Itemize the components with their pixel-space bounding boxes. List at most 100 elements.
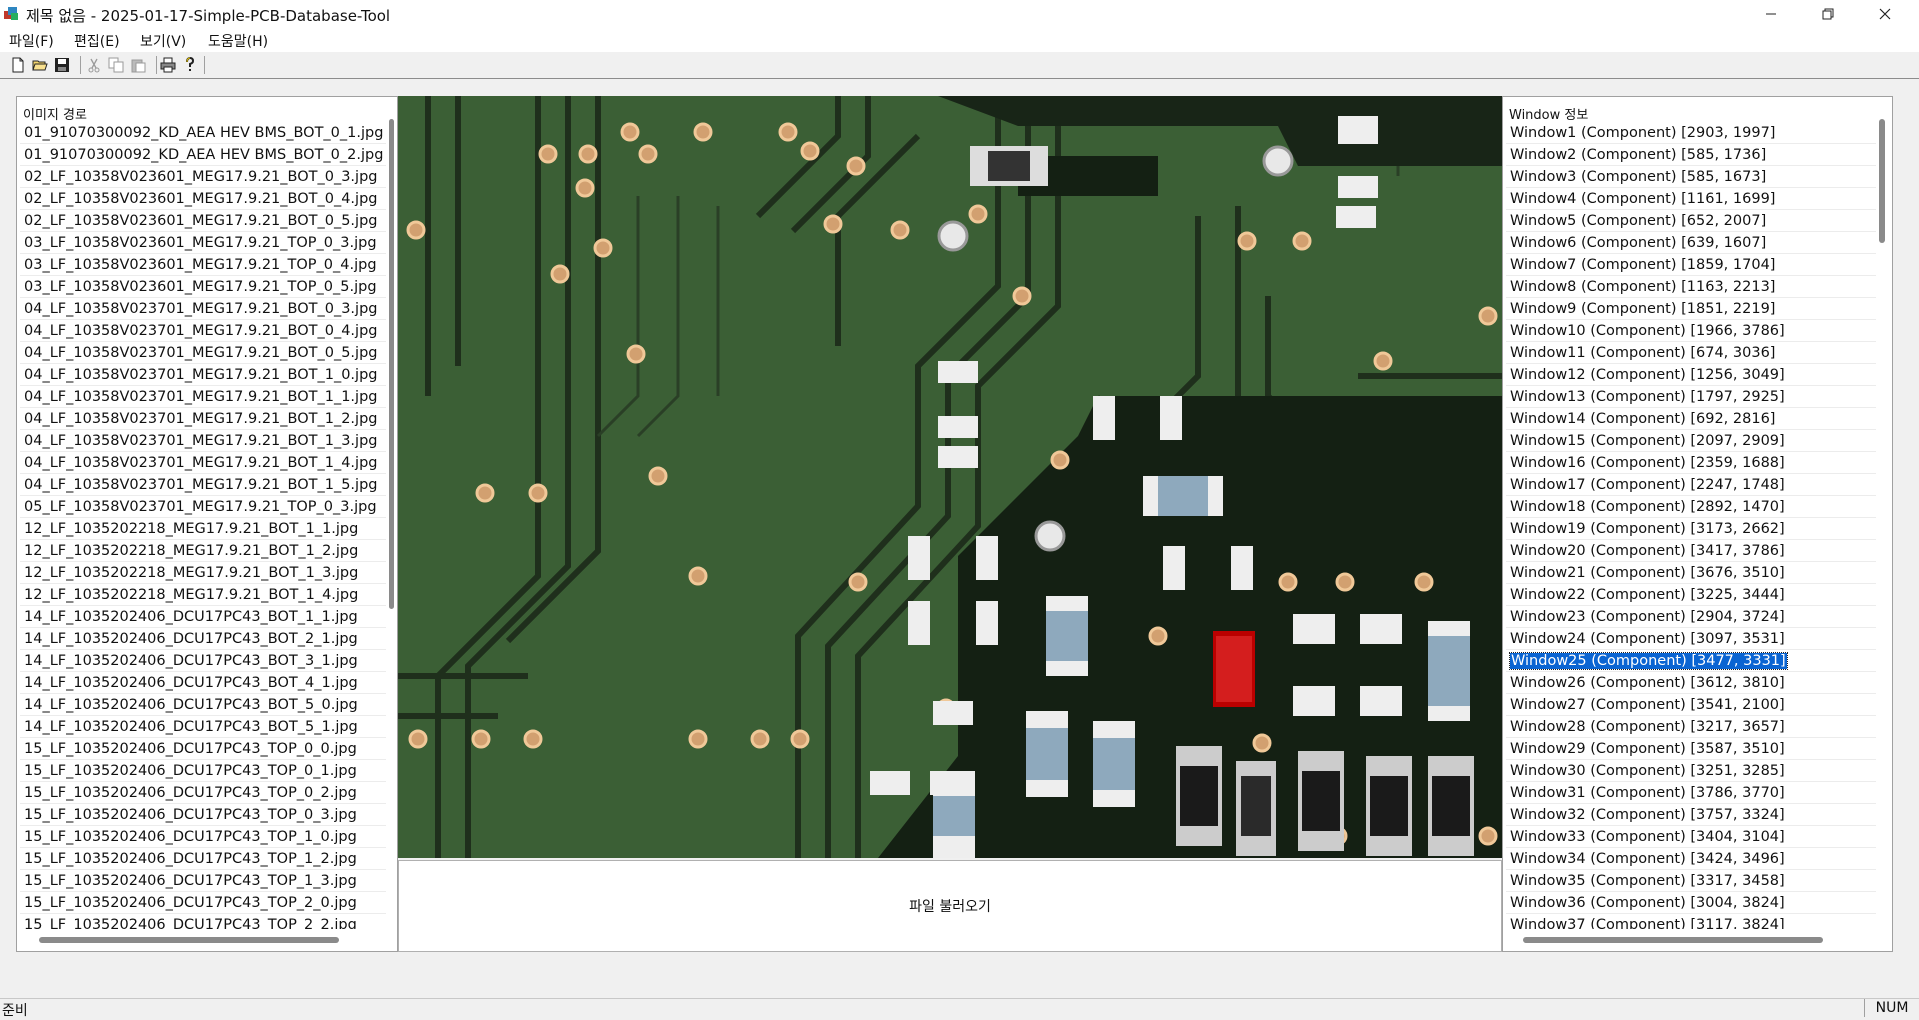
window-list-row[interactable]: Window17 (Component) [2247, 1748] [1506, 474, 1876, 496]
window-list-row[interactable]: Window13 (Component) [1797, 2925] [1506, 386, 1876, 408]
window-list-row[interactable]: Window28 (Component) [3217, 3657] [1506, 716, 1876, 738]
window-list-row[interactable]: Window15 (Component) [2097, 2909] [1506, 430, 1876, 452]
window-list-row[interactable]: Window21 (Component) [3676, 3510] [1506, 562, 1876, 584]
maximize-button[interactable] [1800, 0, 1856, 28]
image-list-row[interactable]: 14_LF_1035202406_DCU17PC43_BOT_5_0.jpg [20, 694, 386, 716]
image-list-row[interactable]: 15_LF_1035202406_DCU17PC43_TOP_1_3.jpg [20, 870, 386, 892]
image-list-row[interactable]: 14_LF_1035202406_DCU17PC43_BOT_3_1.jpg [20, 650, 386, 672]
new-file-icon[interactable] [10, 57, 26, 73]
image-list-row[interactable]: 15_LF_1035202406_DCU17PC43_TOP_0_3.jpg [20, 804, 386, 826]
image-list-row[interactable]: 03_LF_10358V023601_MEG17.9.21_TOP_0_4.jp… [20, 254, 386, 276]
window-list-row[interactable]: Window30 (Component) [3251, 3285] [1506, 760, 1876, 782]
image-list-row[interactable]: 15_LF_1035202406_DCU17PC43_TOP_0_1.jpg [20, 760, 386, 782]
image-list-row[interactable]: 03_LF_10358V023601_MEG17.9.21_TOP_0_3.jp… [20, 232, 386, 254]
image-list-row[interactable]: 01_91070300092_KD_AEA HEV BMS_BOT_0_1.jp… [20, 122, 386, 144]
copy-icon[interactable] [108, 57, 124, 73]
window-list-vscroll-thumb[interactable] [1879, 119, 1885, 243]
print-icon[interactable] [160, 57, 176, 73]
window-list-row[interactable]: Window22 (Component) [3225, 3444] [1506, 584, 1876, 606]
window-list-row[interactable]: Window25 (Component) [3477, 3331] [1506, 650, 1876, 672]
window-list-vscrollbar[interactable] [1877, 119, 1887, 929]
close-button[interactable] [1857, 0, 1913, 28]
save-icon[interactable] [54, 57, 70, 73]
window-list-row[interactable]: Window20 (Component) [3417, 3786] [1506, 540, 1876, 562]
image-list-row[interactable]: 04_LF_10358V023701_MEG17.9.21_BOT_1_4.jp… [20, 452, 386, 474]
window-list-row[interactable]: Window16 (Component) [2359, 1688] [1506, 452, 1876, 474]
image-list-row[interactable]: 05_LF_10358V023701_MEG17.9.21_TOP_0_3.jp… [20, 496, 386, 518]
window-list-row[interactable]: Window27 (Component) [3541, 2100] [1506, 694, 1876, 716]
image-list-row-label: 04_LF_10358V023701_MEG17.9.21_BOT_1_4.jp… [24, 455, 378, 471]
window-list-row[interactable]: Window37 (Component) [3117, 3824] [1506, 914, 1876, 929]
window-list-row[interactable]: Window32 (Component) [3757, 3324] [1506, 804, 1876, 826]
window-list-row[interactable]: Window2 (Component) [585, 1736] [1506, 144, 1876, 166]
window-list-row[interactable]: Window10 (Component) [1966, 3786] [1506, 320, 1876, 342]
image-list-hscroll-thumb[interactable] [39, 937, 339, 943]
image-list-row[interactable]: 04_LF_10358V023701_MEG17.9.21_BOT_0_3.jp… [20, 298, 386, 320]
cut-icon[interactable] [86, 57, 102, 73]
window-list-row[interactable]: Window19 (Component) [3173, 2662] [1506, 518, 1876, 540]
window-list-row[interactable]: Window24 (Component) [3097, 3531] [1506, 628, 1876, 650]
minimize-button[interactable] [1743, 0, 1799, 28]
image-list-row[interactable]: 04_LF_10358V023701_MEG17.9.21_BOT_0_4.jp… [20, 320, 386, 342]
window-list-hscroll-thumb[interactable] [1523, 937, 1823, 943]
image-list-row[interactable]: 12_LF_1035202218_MEG17.9.21_BOT_1_3.jpg [20, 562, 386, 584]
window-list-row[interactable]: Window14 (Component) [692, 2816] [1506, 408, 1876, 430]
window-list-row[interactable]: Window1 (Component) [2903, 1997] [1506, 122, 1876, 144]
window-list-row[interactable]: Window12 (Component) [1256, 3049] [1506, 364, 1876, 386]
image-list-row[interactable]: 14_LF_1035202406_DCU17PC43_BOT_4_1.jpg [20, 672, 386, 694]
image-list-row[interactable]: 01_91070300092_KD_AEA HEV BMS_BOT_0_2.jp… [20, 144, 386, 166]
image-list-row[interactable]: 12_LF_1035202218_MEG17.9.21_BOT_1_1.jpg [20, 518, 386, 540]
menu-file[interactable]: 파일(F) [9, 31, 54, 51]
image-list-vscroll-thumb[interactable] [389, 119, 394, 609]
open-folder-icon[interactable] [32, 57, 48, 73]
pcb-image-viewer[interactable] [398, 96, 1502, 858]
help-icon[interactable] [182, 57, 198, 73]
image-list-row[interactable]: 15_LF_1035202406_DCU17PC43_TOP_2_2.jpg [20, 914, 386, 929]
image-list-row[interactable]: 04_LF_10358V023701_MEG17.9.21_BOT_1_5.jp… [20, 474, 386, 496]
window-list-row[interactable]: Window7 (Component) [1859, 1704] [1506, 254, 1876, 276]
image-list-row[interactable]: 15_LF_1035202406_DCU17PC43_TOP_0_2.jpg [20, 782, 386, 804]
image-list-row[interactable]: 04_LF_10358V023701_MEG17.9.21_BOT_1_0.jp… [20, 364, 386, 386]
image-list-vscrollbar[interactable] [387, 119, 396, 929]
window-list-row[interactable]: Window8 (Component) [1163, 2213] [1506, 276, 1876, 298]
window-list-row[interactable]: Window33 (Component) [3404, 3104] [1506, 826, 1876, 848]
window-list-row[interactable]: Window9 (Component) [1851, 2219] [1506, 298, 1876, 320]
image-list-row[interactable]: 15_LF_1035202406_DCU17PC43_TOP_1_2.jpg [20, 848, 386, 870]
window-list-row[interactable]: Window4 (Component) [1161, 1699] [1506, 188, 1876, 210]
window-list-row[interactable]: Window29 (Component) [3587, 3510] [1506, 738, 1876, 760]
image-list-row[interactable]: 12_LF_1035202218_MEG17.9.21_BOT_1_4.jpg [20, 584, 386, 606]
image-list-row[interactable]: 04_LF_10358V023701_MEG17.9.21_BOT_1_1.jp… [20, 386, 386, 408]
menu-edit[interactable]: 편집(E) [74, 31, 120, 51]
image-list-row[interactable]: 15_LF_1035202406_DCU17PC43_TOP_1_0.jpg [20, 826, 386, 848]
window-list-row[interactable]: Window23 (Component) [2904, 3724] [1506, 606, 1876, 628]
image-list-row[interactable]: 04_LF_10358V023701_MEG17.9.21_BOT_0_5.jp… [20, 342, 386, 364]
image-list-row[interactable]: 04_LF_10358V023701_MEG17.9.21_BOT_1_2.jp… [20, 408, 386, 430]
window-list-row[interactable]: Window11 (Component) [674, 3036] [1506, 342, 1876, 364]
window-list-row[interactable]: Window34 (Component) [3424, 3496] [1506, 848, 1876, 870]
image-list-row[interactable]: 12_LF_1035202218_MEG17.9.21_BOT_1_2.jpg [20, 540, 386, 562]
image-list-row[interactable]: 02_LF_10358V023601_MEG17.9.21_BOT_0_4.jp… [20, 188, 386, 210]
image-list-row[interactable]: 04_LF_10358V023701_MEG17.9.21_BOT_1_3.jp… [20, 430, 386, 452]
window-list-row[interactable]: Window18 (Component) [2892, 1470] [1506, 496, 1876, 518]
image-list-row[interactable]: 15_LF_1035202406_DCU17PC43_TOP_0_0.jpg [20, 738, 386, 760]
image-list-row[interactable]: 15_LF_1035202406_DCU17PC43_TOP_2_0.jpg [20, 892, 386, 914]
window-list-row[interactable]: Window6 (Component) [639, 1607] [1506, 232, 1876, 254]
window-list-row[interactable]: Window3 (Component) [585, 1673] [1506, 166, 1876, 188]
image-list-row[interactable]: 14_LF_1035202406_DCU17PC43_BOT_5_1.jpg [20, 716, 386, 738]
window-list-row[interactable]: Window36 (Component) [3004, 3824] [1506, 892, 1876, 914]
window-list-row[interactable]: Window26 (Component) [3612, 3810] [1506, 672, 1876, 694]
image-list[interactable]: 01_91070300092_KD_AEA HEV BMS_BOT_0_1.jp… [20, 122, 386, 929]
image-list-row[interactable]: 03_LF_10358V023601_MEG17.9.21_TOP_0_5.jp… [20, 276, 386, 298]
image-list-row[interactable]: 02_LF_10358V023601_MEG17.9.21_BOT_0_3.jp… [20, 166, 386, 188]
image-list-row[interactable]: 14_LF_1035202406_DCU17PC43_BOT_1_1.jpg [20, 606, 386, 628]
image-list-row[interactable]: 14_LF_1035202406_DCU17PC43_BOT_2_1.jpg [20, 628, 386, 650]
menu-help[interactable]: 도움말(H) [208, 31, 268, 51]
image-list-row[interactable]: 02_LF_10358V023601_MEG17.9.21_BOT_0_5.jp… [20, 210, 386, 232]
load-file-button[interactable]: 파일 불러오기 [399, 861, 1501, 951]
window-list-row[interactable]: Window31 (Component) [3786, 3770] [1506, 782, 1876, 804]
menu-view[interactable]: 보기(V) [140, 31, 186, 51]
window-list-row[interactable]: Window35 (Component) [3317, 3458] [1506, 870, 1876, 892]
window-list-row[interactable]: Window5 (Component) [652, 2007] [1506, 210, 1876, 232]
paste-icon[interactable] [130, 57, 146, 73]
window-info-list[interactable]: Window1 (Component) [2903, 1997] Window2 … [1506, 122, 1876, 929]
